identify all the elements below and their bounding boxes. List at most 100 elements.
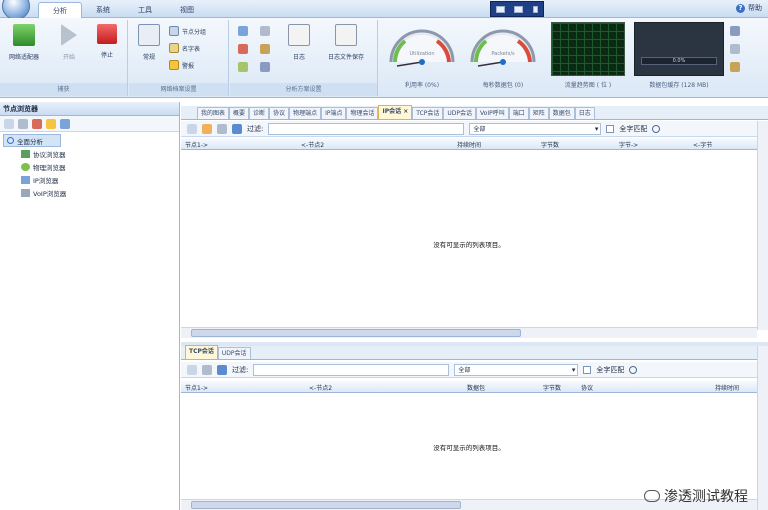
log-file-save-label: 日志文件保存	[327, 54, 364, 61]
node-browser-pane: 节点浏览器 全面分析 协议浏览器 物理浏览器 IP浏览器 VoIP浏览器	[0, 102, 180, 510]
node-group-button[interactable]: 节点分组	[169, 26, 206, 36]
tab-packets[interactable]: 数据包	[548, 107, 575, 119]
app-menu-button[interactable]	[2, 0, 30, 20]
menu-tab-analysis[interactable]: 分析	[38, 2, 82, 19]
menu-tab-system[interactable]: 系统	[82, 2, 124, 19]
lock-icon[interactable]	[260, 62, 270, 72]
chart-icon[interactable]	[238, 62, 248, 72]
general-button[interactable]: 常规	[135, 24, 163, 61]
reload-icon[interactable]	[217, 364, 227, 375]
menu-tab-tools[interactable]: 工具	[124, 2, 166, 19]
scroll-arrows-icon[interactable]	[533, 5, 539, 13]
filter-input[interactable]	[268, 122, 465, 135]
col-bytes[interactable]: 字节数	[541, 140, 559, 149]
col-node1[interactable]: 节点1->	[185, 383, 208, 392]
export-icon[interactable]	[60, 118, 70, 129]
col-packets[interactable]: 数据包	[467, 383, 485, 392]
tree-item-physical-browser[interactable]: 物理浏览器	[3, 160, 176, 173]
tab-protocol[interactable]: 协议	[269, 107, 290, 119]
search-icon[interactable]	[629, 365, 638, 374]
settings-icon[interactable]	[202, 364, 212, 375]
bottom-view-tabs: TCP会话 UDP会话	[181, 345, 768, 360]
whole-word-label: 全字匹配	[619, 124, 648, 133]
filter-scope-select[interactable]: 全部	[469, 122, 602, 135]
view-icon[interactable]	[4, 118, 14, 129]
database-icon[interactable]	[260, 26, 270, 36]
tab-ip-sessions[interactable]: IP会话 ×	[378, 105, 413, 119]
whole-word-checkbox[interactable]	[606, 124, 615, 133]
node-icon[interactable]	[32, 118, 42, 129]
col-duration[interactable]: 持续时间	[457, 140, 481, 149]
name-table-button[interactable]: 名字表	[169, 43, 200, 53]
tab-logs[interactable]: 日志	[574, 107, 595, 119]
edit-icon[interactable]	[238, 26, 248, 36]
bottom-vertical-scrollbar[interactable]	[757, 346, 768, 510]
col-bytes[interactable]: 字节数	[543, 383, 561, 392]
tree-item-protocol-browser[interactable]: 协议浏览器	[3, 147, 176, 160]
settings-icon[interactable]	[217, 123, 227, 134]
network-adapter-button[interactable]: 网络适配器	[4, 24, 44, 61]
refresh-icon[interactable]	[187, 364, 197, 375]
tab-ip-endpoints[interactable]: IP端点	[321, 107, 347, 119]
top-hscroll-thumb[interactable]	[191, 329, 521, 337]
node-tree: 全面分析 协议浏览器 物理浏览器 IP浏览器 VoIP浏览器	[0, 132, 179, 201]
stop-button[interactable]: 停止	[92, 24, 122, 59]
filter-scope-select[interactable]: 全部	[454, 363, 579, 376]
whole-word-label: 全字匹配	[596, 365, 625, 374]
tab-bottom-udp-sessions[interactable]: UDP会话	[217, 347, 251, 359]
bottom-filter-toolbar: 过滤: 全部 全字匹配	[181, 362, 768, 378]
tab-bottom-tcp-sessions[interactable]: TCP会话	[185, 345, 218, 359]
start-button[interactable]: 开始	[54, 24, 84, 61]
buffer-settings-icon[interactable]	[730, 26, 740, 36]
col-protocol[interactable]: 协议	[581, 383, 593, 392]
tab-physical-sessions[interactable]: 物理会话	[346, 107, 379, 119]
reload-icon[interactable]	[232, 123, 242, 134]
tab-tcp-sessions[interactable]: TCP会话	[412, 107, 444, 119]
filter-icon[interactable]	[260, 44, 270, 54]
log-button[interactable]: 日志	[282, 24, 316, 61]
col-duration[interactable]: 持续时间	[715, 383, 739, 392]
menu-tab-view[interactable]: 视图	[166, 2, 208, 19]
tab-diagnosis[interactable]: 诊断	[249, 107, 270, 119]
search-icon[interactable]	[652, 124, 661, 133]
buffer-save-icon[interactable]	[730, 62, 740, 72]
tree-item-full-analysis[interactable]: 全面分析	[3, 134, 61, 147]
minimize-icon[interactable]	[495, 5, 505, 13]
col-bytes-in[interactable]: <-字节	[693, 140, 712, 149]
log-file-save-button[interactable]: 日志文件保存	[318, 24, 374, 61]
bottom-hscroll-thumb[interactable]	[191, 501, 461, 509]
buffer-clear-icon[interactable]	[730, 44, 740, 54]
menu-tabs: 分析 系统 工具 视图	[38, 2, 208, 19]
node-browser-toolbar	[0, 116, 179, 132]
highlight-icon[interactable]	[202, 123, 212, 134]
tab-ports[interactable]: 端口	[508, 107, 529, 119]
top-horizontal-scrollbar[interactable]	[181, 327, 757, 338]
tab-summary[interactable]: 概要	[229, 107, 250, 119]
tab-udp-sessions[interactable]: UDP会话	[443, 107, 477, 119]
tab-matrix[interactable]: 矩阵	[528, 107, 549, 119]
restore-icon[interactable]	[514, 5, 524, 13]
node-group-label: 节点分组	[182, 28, 207, 36]
alarm-button[interactable]: 警报	[169, 60, 194, 70]
filter-input[interactable]	[253, 363, 450, 376]
top-vertical-scrollbar[interactable]	[757, 121, 768, 330]
tab-my-charts[interactable]: 我的图表	[197, 107, 230, 119]
tab-voip-calls[interactable]: VoIP呼叫	[476, 107, 509, 119]
tab-physical-endpoints[interactable]: 物理端点	[289, 107, 322, 119]
log-icon	[288, 24, 310, 46]
col-node2[interactable]: <-节点2	[301, 140, 324, 149]
copy-icon[interactable]	[238, 44, 248, 54]
col-node1[interactable]: 节点1->	[185, 140, 208, 149]
wechat-icon	[644, 490, 660, 502]
tree-item-voip-browser[interactable]: VoIP浏览器	[3, 186, 176, 199]
stop-label: 停止	[100, 52, 113, 59]
tree-item-ip-browser[interactable]: IP浏览器	[3, 173, 176, 186]
col-node2[interactable]: <-节点2	[309, 383, 332, 392]
bottom-list-header: 节点1-> <-节点2 数据包 字节数 协议 持续时间	[181, 381, 768, 393]
refresh-icon[interactable]	[187, 123, 197, 134]
col-bytes-out[interactable]: 字节->	[619, 140, 638, 149]
warning-icon[interactable]	[46, 118, 56, 129]
whole-word-checkbox[interactable]	[583, 365, 592, 374]
help-button[interactable]: ? 帮助	[736, 3, 762, 13]
tool-icon[interactable]	[18, 118, 28, 129]
